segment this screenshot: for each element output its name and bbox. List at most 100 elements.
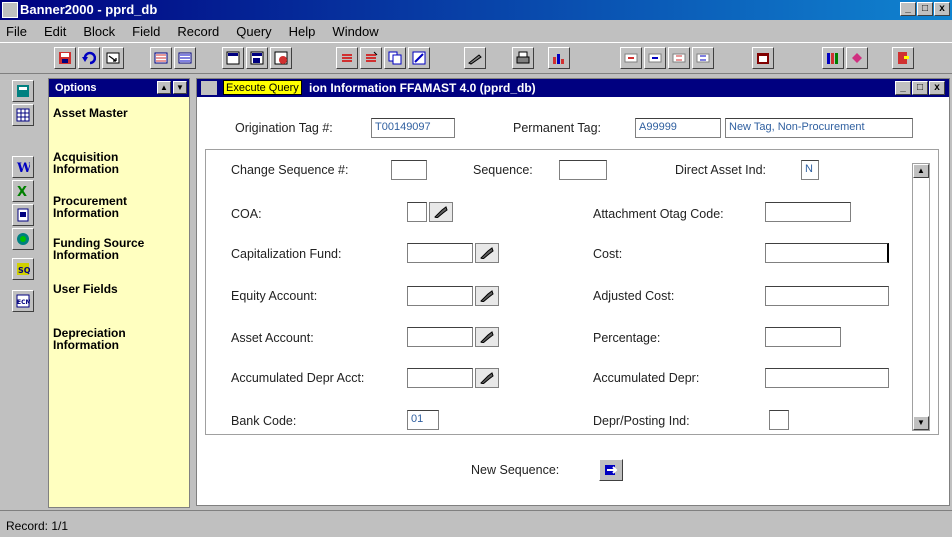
maximize-button[interactable]: □ [917, 2, 933, 16]
permanent-tag-field[interactable]: A99999 [635, 118, 721, 138]
adjusted-cost-field[interactable] [765, 286, 889, 306]
sequence-field[interactable] [559, 160, 607, 180]
search-lookup-icon [480, 247, 494, 259]
menu-query[interactable]: Query [236, 24, 271, 39]
spreadsheet-button[interactable] [12, 104, 34, 126]
form-minimize-button[interactable]: _ [895, 81, 911, 95]
depr-posting-ind-checkbox[interactable] [769, 410, 789, 430]
close-button[interactable]: x [934, 2, 950, 16]
detail-vertical-scrollbar[interactable]: ▲ ▼ [912, 163, 930, 431]
coa-label: COA: [231, 207, 262, 221]
accumulated-depr-acct-label: Accumulated Depr Acct: [231, 371, 365, 385]
change-sequence-field[interactable] [391, 160, 427, 180]
save-button[interactable] [54, 47, 76, 69]
coa-lookup-button[interactable] [429, 202, 453, 222]
minimize-button[interactable]: _ [900, 2, 916, 16]
scroll-down-icon[interactable]: ▼ [913, 416, 929, 430]
previous-block-button[interactable] [150, 47, 172, 69]
option-funding-source-information[interactable]: Funding Source Information [53, 237, 144, 261]
menu-field[interactable]: Field [132, 24, 160, 39]
edit-button[interactable] [464, 47, 486, 69]
asset-account-field[interactable] [407, 327, 473, 347]
previous-field-button[interactable] [620, 47, 642, 69]
exit-button[interactable] [892, 47, 914, 69]
next-block-button[interactable] [174, 47, 196, 69]
rollback-button[interactable] [78, 47, 100, 69]
capitalization-fund-field[interactable] [407, 243, 473, 263]
remove-record-button[interactable] [360, 47, 382, 69]
accumulated-depr-field[interactable] [765, 368, 889, 388]
equity-account-lookup-button[interactable] [475, 286, 499, 306]
enter-query-button[interactable] [222, 47, 244, 69]
form-close-button[interactable]: x [929, 81, 945, 95]
rollback-icon [82, 51, 96, 65]
cost-field[interactable] [765, 243, 889, 263]
search-lookup-icon [480, 290, 494, 302]
option-depreciation-information[interactable]: Depreciation Information [53, 327, 126, 351]
capitalization-fund-lookup-button[interactable] [475, 243, 499, 263]
bookmark-button[interactable] [846, 47, 868, 69]
sql-button[interactable]: SQ [12, 258, 34, 280]
scroll-up-icon[interactable]: ▲ [913, 164, 929, 178]
document-icon [17, 208, 29, 222]
accumulated-depr-acct-lookup-button[interactable] [475, 368, 499, 388]
svg-text:W: W [16, 161, 30, 174]
sequence-label: Sequence: [473, 163, 533, 177]
option-procurement-information[interactable]: Procurement Information [53, 195, 127, 219]
excel-x-icon: X [17, 185, 27, 198]
origination-tag-field[interactable]: T00149097 [371, 118, 455, 138]
form-maximize-button[interactable]: □ [912, 81, 928, 95]
calendar-button[interactable] [752, 47, 774, 69]
document-button[interactable] [12, 204, 34, 226]
online-help-button[interactable] [822, 47, 844, 69]
option-asset-master[interactable]: Asset Master [53, 107, 128, 119]
word-button[interactable]: W [12, 156, 34, 178]
insert-record-button[interactable] [336, 47, 358, 69]
ecm-icon: ECM [16, 294, 30, 308]
asset-form-window: Execute Query ion Information FFAMAST 4.… [196, 78, 950, 506]
print-button[interactable] [512, 47, 534, 69]
execute-query-button[interactable] [246, 47, 268, 69]
menu-block[interactable]: Block [83, 24, 115, 39]
next-field-button[interactable] [644, 47, 666, 69]
option-user-fields[interactable]: User Fields [53, 283, 118, 295]
cancel-query-button[interactable] [270, 47, 292, 69]
coa-field[interactable] [407, 202, 427, 222]
svg-text:X: X [17, 185, 27, 198]
options-scroll-up-icon[interactable]: ▲ [157, 81, 171, 94]
excel-button[interactable]: X [12, 180, 34, 202]
clear-record-button[interactable] [408, 47, 430, 69]
menu-file[interactable]: File [6, 24, 27, 39]
duplicate-record-button[interactable] [384, 47, 406, 69]
asset-account-lookup-button[interactable] [475, 327, 499, 347]
equity-account-field[interactable] [407, 286, 473, 306]
new-sequence-arrow-icon [605, 465, 618, 475]
globe-button[interactable] [12, 228, 34, 250]
direct-asset-ind-field[interactable]: N [801, 160, 819, 180]
clear-record-icon [412, 51, 426, 65]
select-button[interactable] [102, 47, 124, 69]
chart-button[interactable] [548, 47, 570, 69]
calendar-icon [757, 53, 769, 64]
option-acquisition-information[interactable]: Acquisition Information [53, 151, 119, 175]
globe-icon [17, 233, 29, 245]
next-record-button[interactable] [692, 47, 714, 69]
calculator-button[interactable] [12, 80, 34, 102]
bank-code-field[interactable]: 01 [407, 410, 439, 430]
menu-edit[interactable]: Edit [44, 24, 66, 39]
accumulated-depr-acct-field[interactable] [407, 368, 473, 388]
calculator-icon [17, 85, 29, 97]
next-field-icon [648, 53, 662, 63]
percentage-field[interactable] [765, 327, 841, 347]
ecm-button[interactable]: ECM [12, 290, 34, 312]
change-sequence-label: Change Sequence #: [231, 163, 349, 177]
menu-window[interactable]: Window [332, 24, 378, 39]
menu-help[interactable]: Help [289, 24, 316, 39]
new-sequence-button[interactable] [599, 459, 623, 481]
menu-record[interactable]: Record [177, 24, 219, 39]
permanent-tag-label: Permanent Tag: [513, 121, 602, 135]
attachment-otag-field[interactable] [765, 202, 851, 222]
depr-posting-ind-label: Depr/Posting Ind: [593, 414, 690, 428]
options-scroll-down-icon[interactable]: ▼ [173, 81, 187, 94]
previous-record-button[interactable] [668, 47, 690, 69]
